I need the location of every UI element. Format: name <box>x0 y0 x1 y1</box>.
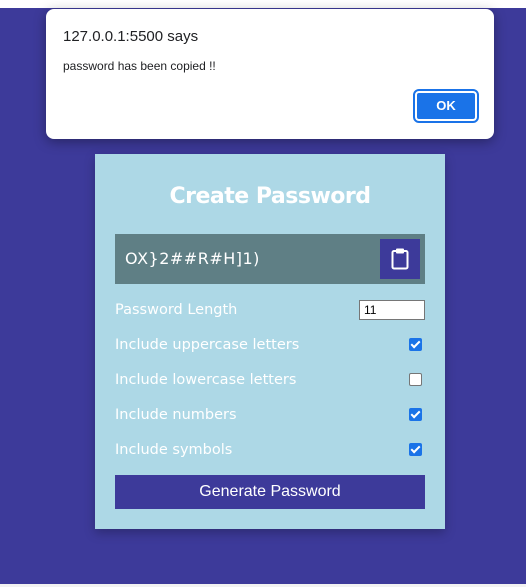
alert-origin: 127.0.0.1:5500 says <box>63 28 199 45</box>
clipboard-icon <box>391 248 409 270</box>
symbols-checkbox[interactable] <box>409 443 422 456</box>
numbers-label: Include numbers <box>115 407 237 423</box>
password-result: OX}2##R#H]1) <box>115 234 425 284</box>
setting-uppercase: Include uppercase letters <box>115 334 425 356</box>
setting-symbols: Include symbols <box>115 439 425 461</box>
alert-message: password has been copied !! <box>63 59 216 73</box>
password-generator-card: Create Password OX}2##R#H]1) Password Le… <box>95 154 445 529</box>
lowercase-checkbox[interactable] <box>409 373 422 386</box>
uppercase-checkbox[interactable] <box>409 338 422 351</box>
uppercase-label: Include uppercase letters <box>115 337 300 353</box>
setting-length: Password Length <box>115 299 425 321</box>
generate-password-button[interactable]: Generate Password <box>115 475 425 509</box>
lowercase-label: Include lowercase letters <box>115 372 297 388</box>
copy-clipboard-button[interactable] <box>380 239 420 279</box>
setting-lowercase: Include lowercase letters <box>115 369 425 391</box>
browser-top-strip <box>0 0 526 8</box>
setting-numbers: Include numbers <box>115 404 425 426</box>
alert-ok-button[interactable]: OK <box>413 89 479 123</box>
numbers-checkbox[interactable] <box>409 408 422 421</box>
password-output: OX}2##R#H]1) <box>125 249 260 268</box>
symbols-label: Include symbols <box>115 442 233 458</box>
page-title: Create Password <box>169 184 371 209</box>
length-input[interactable] <box>359 300 425 320</box>
alert-dialog: 127.0.0.1:5500 says password has been co… <box>46 9 494 139</box>
length-label: Password Length <box>115 302 238 318</box>
